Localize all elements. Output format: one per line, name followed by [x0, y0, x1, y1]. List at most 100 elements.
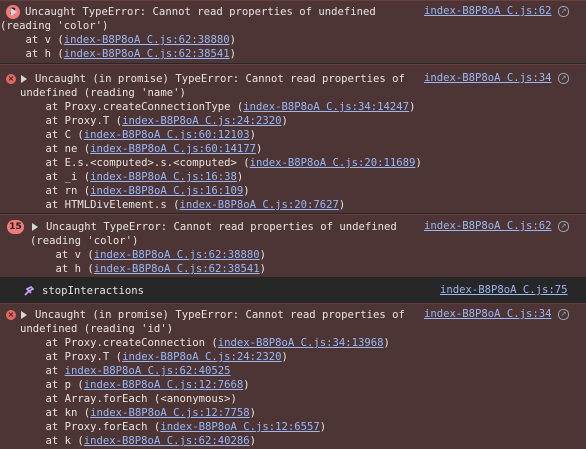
stack-frame-link[interactable]: index-B8P8oA C.js:20:11689	[250, 157, 416, 169]
message-text: )	[383, 337, 390, 349]
stack-frame-link[interactable]: index-B8P8oA C.js:16:109	[90, 185, 243, 197]
source-map-icon[interactable]: ↗	[558, 73, 569, 84]
message-text: at Proxy.T (	[20, 115, 123, 127]
message-line: at ne (index-B8P8oA C.js:60:14177)	[20, 142, 263, 156]
source-location-link[interactable]: index-B8P8oA C.js:62	[424, 219, 552, 233]
message-line: at index-B8P8oA C.js:62:40525	[20, 364, 231, 378]
expand-triangle-icon[interactable]	[21, 75, 27, 83]
message-text: at HTMLDivElement.s (	[20, 199, 180, 211]
source-location-link[interactable]: index-B8P8oA C.js:34	[424, 71, 552, 85]
message-line: at kn (index-B8P8oA C.js:12:7758)	[20, 406, 257, 420]
stack-frame-link[interactable]: index-B8P8oA C.js:34:13968	[218, 337, 384, 349]
stack-frame-link[interactable]: index-B8P8oA C.js:16:38	[90, 171, 237, 183]
function-icon	[24, 286, 34, 296]
message-text: )	[249, 407, 257, 419]
message-line: (reading 'color')	[0, 19, 108, 33]
stack-frame-link[interactable]: index-B8P8oA C.js:12:7758	[90, 407, 249, 419]
stack-frame-link[interactable]: index-B8P8oA C.js:12:7668	[84, 379, 243, 391]
message-line: at Proxy.createConnection (index-B8P8oA …	[20, 336, 390, 350]
message-line: at C (index-B8P8oA C.js:60:12103)	[20, 128, 257, 142]
source-location-link[interactable]: index-B8P8oA C.js:62	[424, 4, 552, 18]
message-text: stopInteractions	[42, 285, 145, 297]
message-text: at h (	[30, 263, 94, 275]
message-text: (reading 'color')	[30, 235, 139, 247]
message-text: at Proxy.T (	[20, 351, 123, 363]
stack-frame-link[interactable]: index-B8P8oA C.js:62:38541	[94, 263, 260, 275]
stack-frame-link[interactable]: index-B8P8oA C.js:62:38880	[64, 34, 230, 46]
message-line: at _i (index-B8P8oA C.js:16:38)	[20, 170, 244, 184]
message-text: )	[415, 157, 422, 169]
message-text: at v (	[30, 249, 94, 261]
error-message: 15 Uncaught TypeError: Cannot read proper…	[0, 214, 586, 277]
message-text: at	[20, 365, 65, 377]
source-map-icon[interactable]: ↗	[558, 221, 569, 232]
message-line: at rn (index-B8P8oA C.js:16:109)	[20, 184, 250, 198]
log-message: stopInteractions index-B8P8oA C.js:75	[0, 278, 586, 302]
stack-frame-link[interactable]: index-B8P8oA C.js:34:14247	[243, 101, 409, 113]
stack-frame-link[interactable]: index-B8P8oA C.js:62:40525	[65, 365, 231, 377]
message-text: )	[243, 379, 250, 391]
message-text: )	[249, 435, 256, 447]
stack-frame-link[interactable]: index-B8P8oA C.js:60:14177	[90, 143, 256, 155]
message-text: at p (	[20, 379, 84, 391]
message-text: )	[259, 263, 266, 275]
error-icon: ×	[6, 74, 16, 84]
stack-frame-link[interactable]: index-B8P8oA C.js:60:12103	[84, 129, 250, 141]
message-text: Uncaught (in promise) TypeError: Cannot …	[35, 309, 405, 321]
message-line: Uncaught TypeError: Cannot read properti…	[46, 220, 397, 234]
message-text: at Proxy.createConnection (	[20, 337, 218, 349]
message-text: )	[229, 48, 236, 60]
message-text: at kn (	[20, 407, 91, 419]
expand-triangle-icon[interactable]	[32, 223, 38, 231]
message-text: at E.s.<computed>.s.<computed> (	[20, 157, 250, 169]
message-text: at k (	[20, 435, 84, 447]
message-line: at v (index-B8P8oA C.js:62:38880)	[0, 33, 237, 47]
message-text: )	[259, 249, 266, 261]
message-text: )	[249, 129, 256, 141]
error-message: 3 Uncaught TypeError: Cannot read propert…	[0, 0, 586, 63]
stack-frame-link[interactable]: index-B8P8oA C.js:12:6557	[160, 421, 319, 433]
source-location-link[interactable]: index-B8P8oA C.js:75	[440, 283, 568, 297]
message-line: at Proxy.createConnectionType (index-B8P…	[20, 100, 416, 114]
stack-frame-link[interactable]: index-B8P8oA C.js:62:38541	[64, 48, 230, 60]
error-icon: ×	[6, 310, 16, 320]
message-line: at k (index-B8P8oA C.js:62:40286)	[20, 434, 257, 448]
message-text: at C (	[20, 129, 84, 141]
message-text: Uncaught (in promise) TypeError: Cannot …	[35, 73, 405, 85]
message-text: at Proxy.createConnectionType (	[20, 101, 244, 113]
message-line: Uncaught TypeError: Cannot read properti…	[25, 5, 376, 19]
message-line: at HTMLDivElement.s (index-B8P8oA C.js:2…	[20, 198, 346, 212]
message-text: )	[281, 351, 288, 363]
message-text: at ne (	[20, 143, 91, 155]
message-text: )	[281, 115, 288, 127]
message-text: undefined (reading 'id')	[20, 323, 174, 335]
message-line: at p (index-B8P8oA C.js:12:7668)	[20, 378, 250, 392]
message-text: at Proxy.forEach (	[20, 421, 161, 433]
source-location-link[interactable]: index-B8P8oA C.js:34	[424, 307, 552, 321]
message-line: undefined (reading 'id')	[20, 322, 173, 336]
stack-frame-link[interactable]: index-B8P8oA C.js:62:40286	[84, 435, 250, 447]
message-text: at h (	[0, 48, 64, 60]
expand-triangle-icon[interactable]	[21, 311, 27, 319]
message-text: )	[229, 34, 236, 46]
message-line: at Proxy.T (index-B8P8oA C.js:24:2320)	[20, 350, 288, 364]
message-text: undefined (reading 'name')	[20, 87, 186, 99]
message-text: at rn (	[20, 185, 91, 197]
source-map-icon[interactable]: ↗	[558, 6, 569, 17]
expand-triangle-icon[interactable]	[11, 8, 17, 16]
stack-frame-link[interactable]: index-B8P8oA C.js:20:7627	[179, 199, 338, 211]
message-line: at Proxy.forEach (index-B8P8oA C.js:12:6…	[20, 420, 327, 434]
stack-frame-link[interactable]: index-B8P8oA C.js:24:2320	[122, 115, 281, 127]
message-text: Uncaught TypeError: Cannot read properti…	[46, 221, 397, 233]
message-line: (reading 'color')	[30, 234, 138, 248]
message-text: )	[319, 421, 327, 433]
message-line: at v (index-B8P8oA C.js:62:38880)	[30, 248, 267, 262]
message-text: )	[236, 171, 244, 183]
message-line: at E.s.<computed>.s.<computed> (index-B8…	[20, 156, 422, 170]
stack-frame-link[interactable]: index-B8P8oA C.js:24:2320	[122, 351, 281, 363]
message-text: )	[256, 143, 263, 155]
stack-frame-link[interactable]: index-B8P8oA C.js:62:38880	[94, 249, 260, 261]
message-text: (reading 'color')	[0, 20, 109, 32]
source-map-icon[interactable]: ↗	[558, 309, 569, 320]
message-line: at Proxy.T (index-B8P8oA C.js:24:2320)	[20, 114, 288, 128]
